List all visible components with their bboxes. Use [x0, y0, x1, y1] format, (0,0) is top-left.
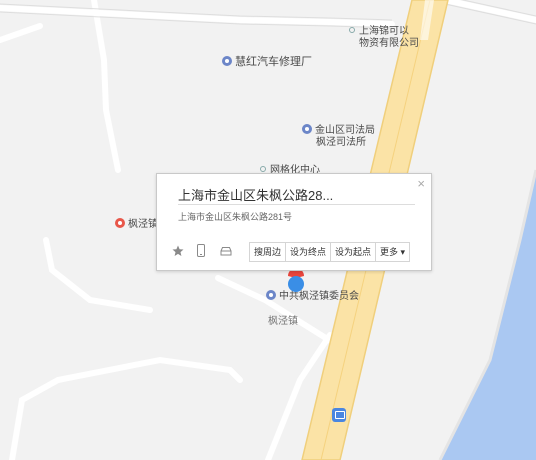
poi-label: 物资有限公司 — [359, 38, 419, 49]
poi-committee[interactable]: 中共枫泾镇委员会 — [266, 290, 359, 303]
poi-jinshan-judicial[interactable]: 金山区司法局 枫泾司法所 — [302, 124, 375, 149]
poi-shanghai-jinke[interactable]: 上海锦可以 物资有限公司 — [349, 26, 419, 50]
poi-location-icon — [222, 56, 232, 66]
poi-small-icon — [349, 27, 355, 33]
bus-stop-icon[interactable] — [332, 408, 346, 422]
poi-label: 上海锦可以 — [359, 26, 409, 37]
popup-divider — [178, 204, 415, 205]
poi-location-icon — [302, 124, 312, 134]
poi-label: 枫泾司法所 — [316, 137, 366, 148]
poi-label: 金山区司法局 — [315, 125, 375, 136]
set-destination-button[interactable]: 设为终点 — [286, 243, 332, 261]
poi-label: 枫泾镇 — [128, 219, 158, 230]
poi-location-icon — [266, 290, 276, 300]
popup-title[interactable]: 上海市金山区朱枫公路28... — [178, 185, 413, 204]
star-icon[interactable] — [172, 244, 184, 262]
phone-icon[interactable] — [196, 244, 206, 262]
poi-red-icon — [115, 218, 125, 228]
more-button[interactable]: 更多 ▾ — [376, 243, 409, 261]
set-origin-button[interactable]: 设为起点 — [331, 243, 377, 261]
search-nearby-button[interactable]: 搜周边 — [250, 243, 287, 261]
poi-small-icon — [260, 166, 266, 172]
info-popup: 上海市金山区朱枫公路28... × 上海市金山区朱枫公路281号 搜周边 设为终… — [156, 173, 432, 271]
area-label: 枫泾镇 — [268, 316, 298, 327]
poi-huihong[interactable]: 慧红汽车修理厂 — [222, 56, 312, 68]
poi-label: 慧红汽车修理厂 — [235, 56, 312, 68]
popup-action-bar: 搜周边 设为终点 设为起点 更多 ▾ — [249, 242, 411, 262]
popup-address: 上海市金山区朱枫公路281号 — [178, 212, 293, 222]
poi-fengjing-left[interactable]: 枫泾镇 — [115, 218, 158, 231]
car-icon[interactable] — [219, 244, 233, 262]
close-icon[interactable]: × — [417, 176, 425, 191]
popup-icon-group — [172, 244, 241, 260]
